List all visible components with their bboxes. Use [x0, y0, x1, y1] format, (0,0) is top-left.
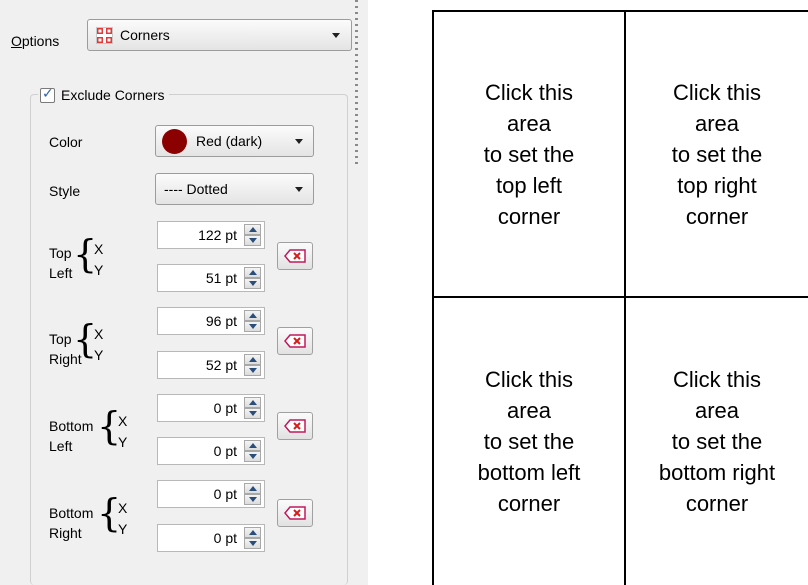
spin-up-button[interactable]	[244, 224, 261, 235]
panel-splitter[interactable]	[355, 0, 358, 165]
spin-up-button[interactable]	[244, 483, 261, 494]
options-dropdown[interactable]: Corners	[87, 19, 352, 51]
options-panel: Options Corners ✓ Exclude Corners Color …	[0, 0, 368, 585]
options-label: Options	[11, 33, 60, 49]
bottom-right-label: Bottom Right	[49, 505, 94, 541]
bottom-right-y-input[interactable]: 0 pt	[157, 524, 265, 552]
chevron-down-icon	[295, 139, 303, 144]
corners-icon	[96, 27, 113, 44]
style-dropdown[interactable]: ---- Dotted	[155, 173, 314, 205]
top-right-x-input[interactable]: 96 pt	[157, 307, 265, 335]
corner-grid: Click this area to set the top left corn…	[432, 10, 808, 585]
chevron-down-icon	[295, 187, 303, 192]
exclude-corners-header: ✓ Exclude Corners	[38, 84, 169, 106]
clear-top-left-button[interactable]	[277, 242, 313, 270]
clear-bottom-left-button[interactable]	[277, 412, 313, 440]
bottom-left-corner-area[interactable]: Click this area to set the bottom left c…	[434, 298, 624, 585]
spin-down-button[interactable]	[244, 321, 261, 332]
y-label: Y	[118, 434, 128, 450]
spin-down-button[interactable]	[244, 494, 261, 505]
top-left-corner-area[interactable]: Click this area to set the top left corn…	[434, 12, 624, 296]
clear-icon	[284, 334, 306, 348]
spin-down-button[interactable]	[244, 538, 261, 549]
x-label: X	[118, 500, 128, 516]
color-dropdown[interactable]: Red (dark)	[155, 125, 314, 157]
bottom-left-label: Bottom Left	[49, 418, 94, 454]
spin-down-button[interactable]	[244, 365, 261, 376]
clear-icon	[284, 249, 306, 263]
bottom-left-x-input[interactable]: 0 pt	[157, 394, 265, 422]
color-label: Color	[49, 134, 83, 150]
top-left-x-input[interactable]: 122 pt	[157, 221, 265, 249]
bottom-right-corner-area[interactable]: Click this area to set the bottom right …	[626, 298, 808, 585]
spin-up-button[interactable]	[244, 354, 261, 365]
bottom-left-y-input[interactable]: 0 pt	[157, 437, 265, 465]
checkmark-icon: ✓	[42, 84, 54, 101]
top-right-y-input[interactable]: 52 pt	[157, 351, 265, 379]
spin-down-button[interactable]	[244, 408, 261, 419]
top-right-corner-area[interactable]: Click this area to set the top right cor…	[626, 12, 808, 296]
clear-icon	[284, 506, 306, 520]
style-label: Style	[49, 183, 81, 199]
options-selected-value: Corners	[120, 27, 170, 43]
exclude-corners-checkbox[interactable]: ✓	[40, 84, 55, 103]
spin-up-button[interactable]	[244, 310, 261, 321]
x-label: X	[94, 241, 104, 257]
clear-icon	[284, 419, 306, 433]
top-left-y-input[interactable]: 51 pt	[157, 264, 265, 292]
top-left-label: Top Left	[49, 245, 73, 281]
x-label: X	[118, 413, 128, 429]
clear-top-right-button[interactable]	[277, 327, 313, 355]
spin-up-button[interactable]	[244, 527, 261, 538]
color-swatch	[162, 129, 187, 154]
spin-down-button[interactable]	[244, 451, 261, 462]
spin-down-button[interactable]	[244, 235, 261, 246]
spin-up-button[interactable]	[244, 397, 261, 408]
bottom-right-x-input[interactable]: 0 pt	[157, 480, 265, 508]
exclude-corners-label: Exclude Corners	[61, 87, 165, 103]
color-value: Red (dark)	[196, 133, 263, 149]
spin-up-button[interactable]	[244, 440, 261, 451]
y-label: Y	[118, 521, 128, 537]
x-label: X	[94, 326, 104, 342]
clear-bottom-right-button[interactable]	[277, 499, 313, 527]
chevron-down-icon	[332, 33, 340, 38]
spin-down-button[interactable]	[244, 278, 261, 289]
style-value: ---- Dotted	[164, 181, 228, 197]
y-label: Y	[94, 262, 104, 278]
spin-up-button[interactable]	[244, 267, 261, 278]
y-label: Y	[94, 347, 104, 363]
